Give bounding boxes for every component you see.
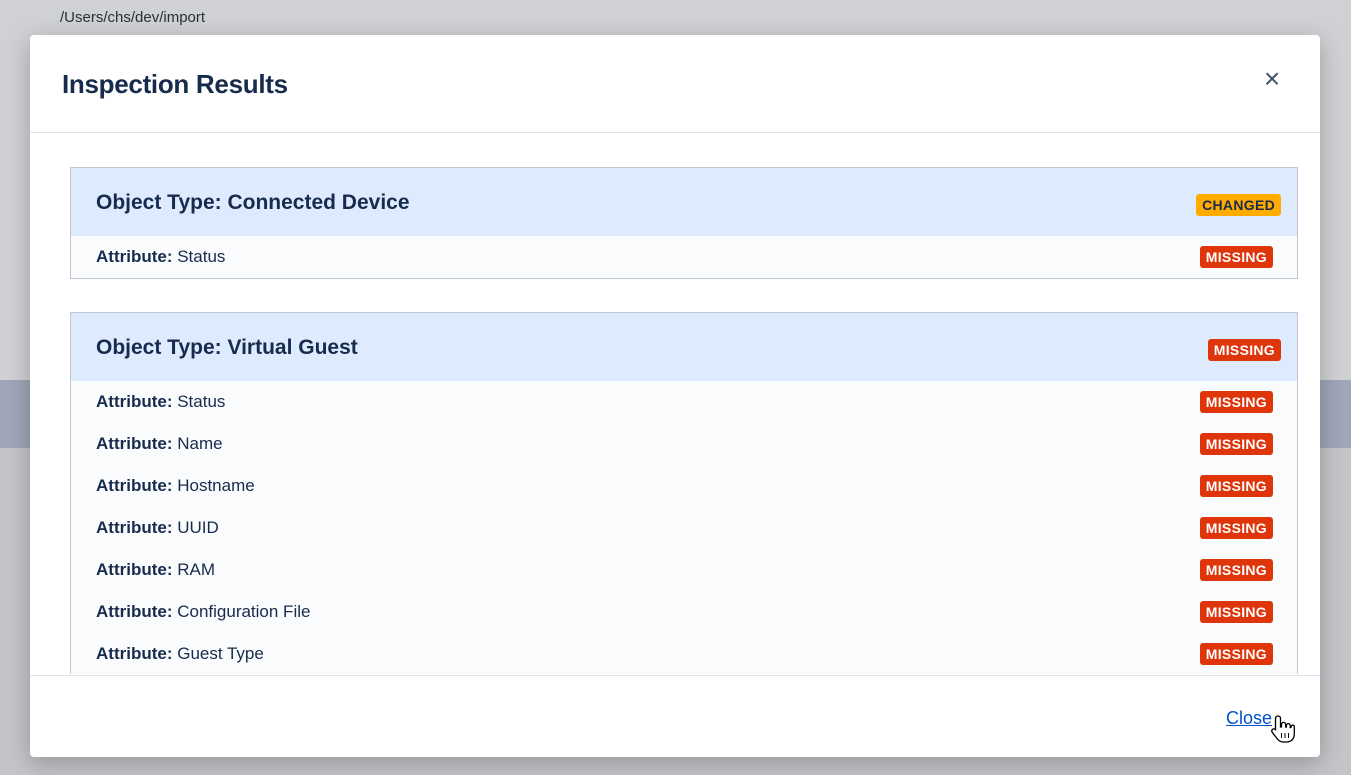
- object-type-header: Object Type: Virtual Guest MISSING: [71, 313, 1297, 381]
- object-type-title: Object Type: Virtual Guest: [96, 336, 358, 359]
- close-button[interactable]: Close: [1226, 708, 1272, 729]
- attribute-row: Attribute: RAM MISSING: [71, 549, 1297, 591]
- attribute-prefix: Attribute:: [96, 476, 173, 495]
- modal-footer: Close: [30, 675, 1320, 757]
- modal-title: Inspection Results: [62, 69, 288, 99]
- attribute-name: Hostname: [177, 476, 255, 495]
- object-type-panel: Object Type: Connected Device CHANGED At…: [70, 167, 1298, 279]
- attribute-prefix: Attribute:: [96, 602, 173, 621]
- attribute-prefix: Attribute:: [96, 644, 173, 663]
- status-badge: MISSING: [1199, 517, 1273, 539]
- status-badge: MISSING: [1199, 433, 1273, 455]
- attribute-row: Attribute: Name MISSING: [71, 423, 1297, 465]
- attribute-label: Attribute: RAM: [96, 560, 215, 580]
- status-badge: CHANGED: [1196, 194, 1281, 216]
- attribute-name: Status: [177, 392, 226, 411]
- attribute-label: Attribute: Name: [96, 434, 223, 454]
- background-path-text: /Users/chs/dev/import: [60, 9, 206, 26]
- modal-header: Inspection Results ×: [30, 35, 1320, 133]
- attribute-row: Attribute: Hostname MISSING: [71, 465, 1297, 507]
- modal-body[interactable]: Object Type: Connected Device CHANGED At…: [30, 134, 1320, 674]
- attribute-name: Configuration File: [177, 602, 311, 621]
- attribute-label: Attribute: Status: [96, 392, 225, 412]
- close-icon[interactable]: ×: [1258, 65, 1286, 93]
- attribute-label: Attribute: UUID: [96, 518, 219, 538]
- attribute-name: RAM: [177, 560, 215, 579]
- attribute-name: UUID: [177, 518, 219, 537]
- attribute-prefix: Attribute:: [96, 247, 173, 266]
- attribute-label: Attribute: Hostname: [96, 476, 255, 496]
- attribute-name: Guest Type: [177, 644, 264, 663]
- status-badge: MISSING: [1207, 339, 1281, 361]
- object-type-header: Object Type: Connected Device CHANGED: [71, 168, 1297, 236]
- attribute-label: Attribute: Configuration File: [96, 602, 310, 622]
- object-type-panel: Object Type: Virtual Guest MISSING Attri…: [70, 312, 1298, 674]
- attribute-label: Attribute: Guest Type: [96, 644, 264, 664]
- attribute-row: Attribute: Status MISSING: [71, 236, 1297, 278]
- attribute-prefix: Attribute:: [96, 434, 173, 453]
- status-badge: MISSING: [1199, 246, 1273, 268]
- attribute-label: Attribute: Status: [96, 247, 225, 267]
- status-badge: MISSING: [1199, 559, 1273, 581]
- hand-cursor-icon: [1271, 715, 1295, 743]
- attribute-prefix: Attribute:: [96, 560, 173, 579]
- object-type-title: Object Type: Connected Device: [96, 191, 410, 214]
- status-badge: MISSING: [1199, 601, 1273, 623]
- status-badge: MISSING: [1199, 475, 1273, 497]
- attribute-row: Attribute: Configuration File MISSING: [71, 591, 1297, 633]
- attribute-row: Attribute: Guest Type MISSING: [71, 633, 1297, 674]
- attribute-name: Name: [177, 434, 223, 453]
- attribute-prefix: Attribute:: [96, 518, 173, 537]
- attribute-row: Attribute: UUID MISSING: [71, 507, 1297, 549]
- status-badge: MISSING: [1199, 643, 1273, 665]
- attribute-row: Attribute: Status MISSING: [71, 381, 1297, 423]
- inspection-results-modal: Inspection Results × Object Type: Connec…: [30, 35, 1320, 757]
- attribute-prefix: Attribute:: [96, 392, 173, 411]
- status-badge: MISSING: [1199, 391, 1273, 413]
- attribute-name: Status: [177, 247, 226, 266]
